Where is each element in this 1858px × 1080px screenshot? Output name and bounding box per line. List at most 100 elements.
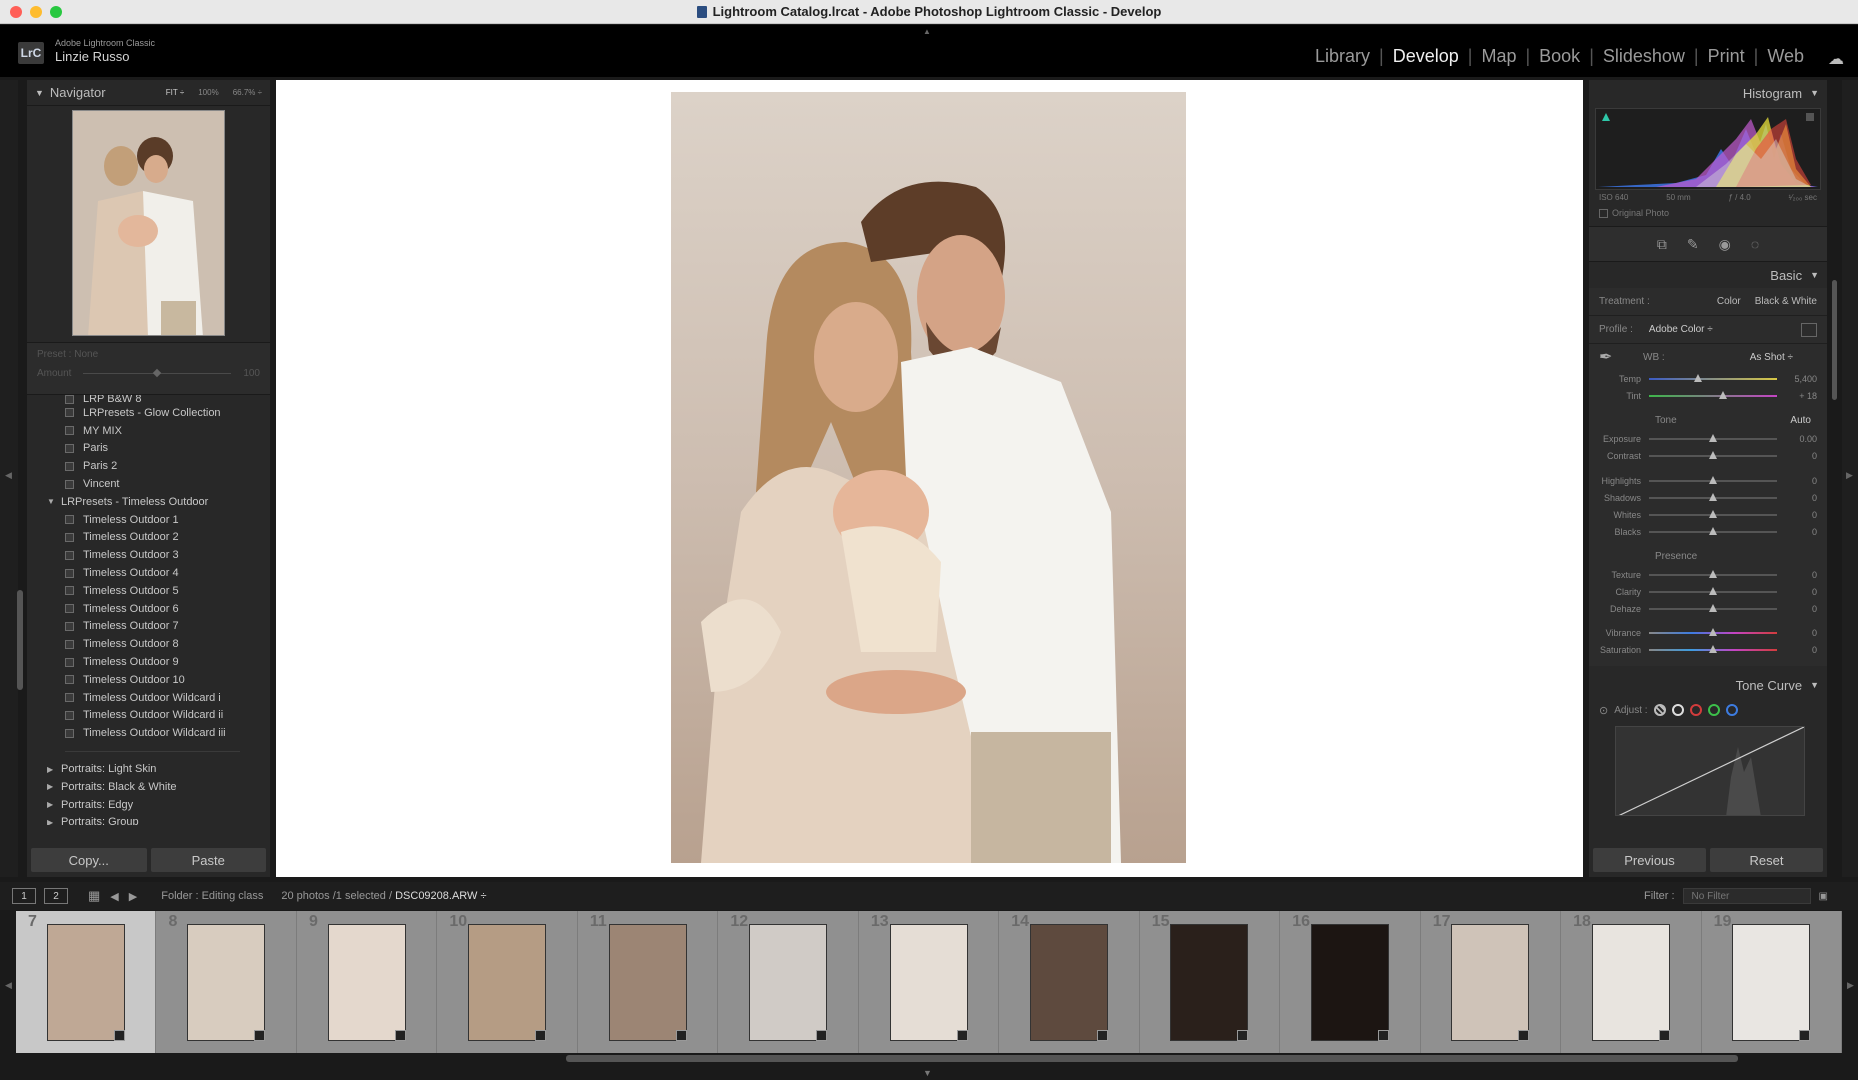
preset-item[interactable]: LRPresets - Glow Collection xyxy=(27,404,270,422)
preset-item[interactable]: Timeless Outdoor 5 xyxy=(27,582,270,600)
histogram-header[interactable]: Histogram ▼ xyxy=(1589,80,1827,106)
close-window-button[interactable] xyxy=(10,6,22,18)
filmstrip-thumbnail[interactable] xyxy=(1451,923,1530,1041)
filmstrip-cell[interactable]: 13 xyxy=(859,911,1000,1053)
module-print[interactable]: Print xyxy=(1708,46,1745,67)
preset-group-collapsed[interactable]: ▶ Portraits: Group xyxy=(27,814,270,825)
filmstrip-thumbnail[interactable] xyxy=(468,923,547,1041)
dehaze-slider-knob[interactable] xyxy=(1709,603,1717,612)
treatment-bw-option[interactable]: Black & White xyxy=(1755,296,1817,307)
tint-slider-knob[interactable] xyxy=(1719,390,1728,399)
module-library[interactable]: Library xyxy=(1315,46,1370,67)
filename-dropdown[interactable]: DSC09208.ARW ÷ xyxy=(395,890,486,902)
treatment-color-option[interactable]: Color xyxy=(1717,296,1741,307)
preset-item[interactable]: LRP B&W 8 xyxy=(27,395,270,404)
preset-item[interactable]: Timeless Outdoor 2 xyxy=(27,529,270,547)
filter-dropdown[interactable]: No Filter xyxy=(1682,888,1811,904)
filmstrip-thumbnail[interactable] xyxy=(327,923,406,1041)
right-panel-toggle-icon[interactable]: ▶ xyxy=(1846,470,1853,481)
back-arrow-icon[interactable]: ◀ xyxy=(110,890,118,903)
primary-window-button[interactable]: 1 xyxy=(12,888,36,904)
preset-item[interactable]: Timeless Outdoor 7 xyxy=(27,618,270,636)
preset-group-collapsed[interactable]: ▶ Portraits: Edgy xyxy=(27,796,270,814)
filmstrip-thumbnail[interactable] xyxy=(1030,923,1109,1041)
highlights-slider[interactable] xyxy=(1649,475,1777,484)
bottom-panel-toggle-icon[interactable]: ▼ xyxy=(923,1068,932,1078)
point-curve-red-icon[interactable] xyxy=(1689,704,1702,716)
vibrance-slider[interactable] xyxy=(1649,627,1777,636)
dehaze-slider[interactable] xyxy=(1649,603,1777,612)
filmstrip-thumbnail[interactable] xyxy=(889,923,968,1041)
tone-curve-header[interactable]: Tone Curve ▼ xyxy=(1589,672,1827,698)
left-panel-scrollbar[interactable] xyxy=(17,590,23,690)
secondary-window-button[interactable]: 2 xyxy=(44,888,68,904)
preset-item[interactable]: Timeless Outdoor 8 xyxy=(27,635,270,653)
auto-tone-button[interactable]: Auto xyxy=(1790,415,1811,426)
filmstrip-cell[interactable]: 18 xyxy=(1561,911,1702,1053)
filmstrip-thumbnail[interactable] xyxy=(1310,923,1389,1041)
left-panel-toggle-icon[interactable]: ◀ xyxy=(5,470,12,481)
preset-item[interactable]: Timeless Outdoor 6 xyxy=(27,600,270,618)
zoom-100-option[interactable]: 100% xyxy=(198,88,218,97)
texture-slider-knob[interactable] xyxy=(1709,569,1717,578)
profile-dropdown[interactable]: Adobe Color ÷ xyxy=(1649,324,1713,335)
navigator-header[interactable]: ▼ Navigator FIT ÷ 100% 66.7% ÷ xyxy=(27,80,270,106)
forward-arrow-icon[interactable]: ▶ xyxy=(129,890,137,903)
tint-slider[interactable] xyxy=(1649,390,1777,399)
clarity-slider[interactable] xyxy=(1649,586,1777,595)
reset-button[interactable]: Reset xyxy=(1710,848,1823,872)
preset-group-open[interactable]: ▼ LRPresets - Timeless Outdoor xyxy=(27,493,270,511)
preset-item[interactable]: Timeless Outdoor 9 xyxy=(27,653,270,671)
original-photo-checkbox[interactable] xyxy=(1599,208,1608,218)
point-curve-blue-icon[interactable] xyxy=(1725,704,1738,716)
target-adjust-icon[interactable]: ⊙ xyxy=(1599,704,1608,717)
collapse-triangle-icon[interactable]: ▼ xyxy=(35,88,44,98)
highlight-clipping-icon[interactable] xyxy=(1806,113,1814,121)
filmstrip-thumbnail[interactable] xyxy=(46,923,125,1041)
whites-slider-knob[interactable] xyxy=(1709,509,1717,518)
basic-header[interactable]: Basic ▼ xyxy=(1589,262,1827,288)
collapsed-triangle-icon[interactable]: ▶ xyxy=(47,765,61,774)
preset-item[interactable]: Timeless Outdoor 4 xyxy=(27,564,270,582)
histogram-graph[interactable] xyxy=(1595,108,1821,190)
blacks-slider-knob[interactable] xyxy=(1709,526,1717,535)
filmstrip-thumbnail[interactable] xyxy=(749,923,828,1041)
module-web[interactable]: Web xyxy=(1767,46,1804,67)
texture-slider[interactable] xyxy=(1649,569,1777,578)
masking-icon[interactable]: ◌ xyxy=(1751,236,1759,252)
shadows-slider[interactable] xyxy=(1649,492,1777,501)
profile-browser-icon[interactable] xyxy=(1801,322,1817,337)
filmstrip-thumbnail[interactable] xyxy=(187,923,266,1041)
module-develop[interactable]: Develop xyxy=(1393,46,1459,67)
filmstrip-cell[interactable]: 15 xyxy=(1140,911,1281,1053)
original-photo-toggle[interactable]: Original Photo xyxy=(1589,202,1827,218)
tone-curve-graph[interactable] xyxy=(1615,726,1805,816)
filmstrip-left-icon[interactable]: ◀ xyxy=(5,980,12,991)
preset-item[interactable]: Vincent xyxy=(27,475,270,493)
main-photo[interactable] xyxy=(671,92,1186,863)
saturation-slider[interactable] xyxy=(1649,644,1777,653)
red-eye-icon[interactable]: ◉ xyxy=(1719,236,1731,253)
amount-slider[interactable] xyxy=(83,368,232,378)
image-canvas[interactable] xyxy=(276,80,1583,877)
collapsed-triangle-icon[interactable]: ▶ xyxy=(47,800,61,809)
exposure-slider-knob[interactable] xyxy=(1709,433,1717,442)
temp-slider[interactable] xyxy=(1649,373,1777,382)
clarity-slider-knob[interactable] xyxy=(1709,586,1717,595)
right-panel-scrollbar[interactable] xyxy=(1832,280,1837,400)
zoom-fit-option[interactable]: FIT ÷ xyxy=(166,88,184,97)
preset-group-collapsed[interactable]: ▶ Portraits: Light Skin xyxy=(27,760,270,778)
preset-item[interactable]: MY MIX xyxy=(27,422,270,440)
exposure-slider[interactable] xyxy=(1649,433,1777,442)
filmstrip-thumbnail[interactable] xyxy=(1732,923,1811,1041)
navigator-thumbnail[interactable] xyxy=(72,110,225,336)
preset-group-collapsed[interactable]: ▶ Portraits: Black & White xyxy=(27,778,270,796)
temp-slider-knob[interactable] xyxy=(1693,373,1702,382)
preset-item[interactable]: Timeless Outdoor 1 xyxy=(27,511,270,529)
preset-item[interactable]: Paris xyxy=(27,440,270,458)
top-panel-toggle-icon[interactable]: ▲ xyxy=(923,27,931,36)
wb-dropdown[interactable]: As Shot ÷ xyxy=(1750,352,1793,363)
minimize-window-button[interactable] xyxy=(30,6,42,18)
parametric-curve-icon[interactable] xyxy=(1653,704,1666,716)
crop-icon[interactable]: ⧉ xyxy=(1657,236,1667,253)
